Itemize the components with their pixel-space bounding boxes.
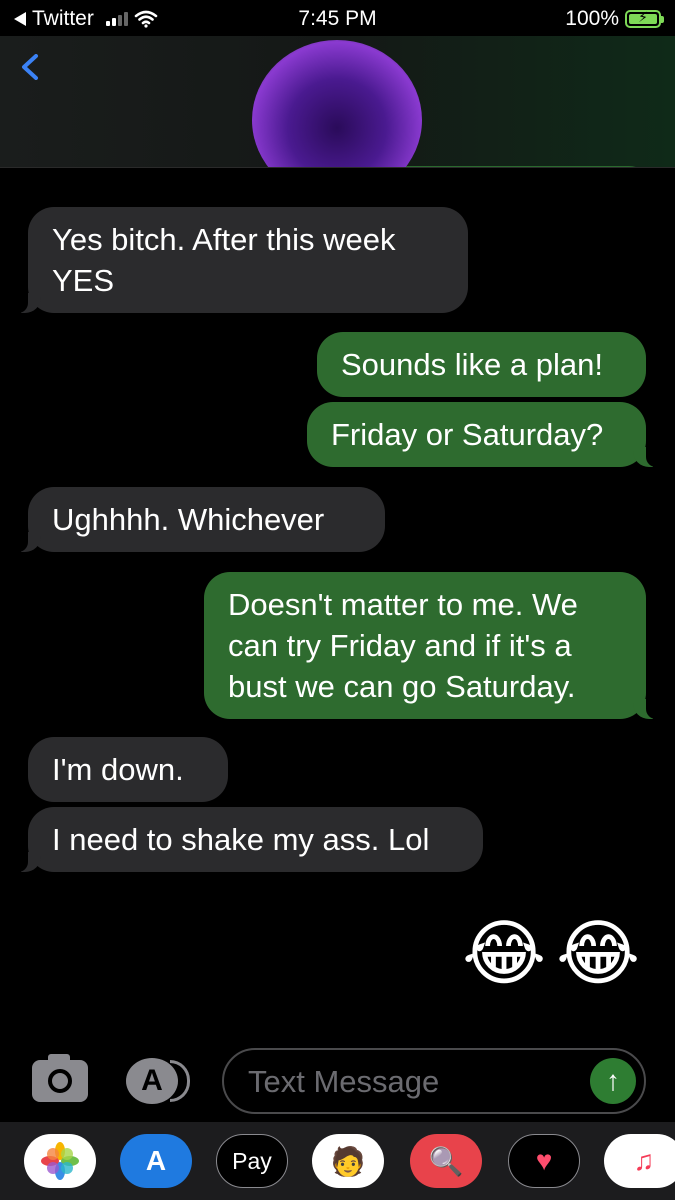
send-arrow-icon[interactable]: ↑ <box>590 1058 636 1104</box>
photos-icon[interactable] <box>24 1134 96 1188</box>
message-input[interactable]: Text Message ↑ <box>222 1048 646 1114</box>
back-chevron-icon[interactable] <box>18 54 44 80</box>
battery-percent: 100% <box>565 7 619 30</box>
camera-icon[interactable] <box>32 1054 88 1102</box>
app-store-icon[interactable]: A <box>120 1134 192 1188</box>
incoming-message[interactable]: I'm down. <box>28 737 228 802</box>
outgoing-message[interactable]: Sounds like a plan! <box>317 332 646 397</box>
battery-charging-icon: ⚡ <box>625 9 664 28</box>
laughing-emoji[interactable]: 😂 <box>462 912 546 996</box>
outgoing-message[interactable]: Doesn't matter to me. We can try Friday … <box>204 572 658 719</box>
memoji-icon[interactable]: 🧑 <box>312 1134 384 1188</box>
status-bar: Twitter 7:45 PM 100% ⚡ <box>0 0 675 36</box>
app-drawer: A Pay 🧑 🔍 ♥ ♫ <box>0 1122 675 1200</box>
laughing-emoji[interactable]: 😂 <box>556 912 640 996</box>
incoming-message[interactable]: Ughhhh. Whichever <box>16 487 385 552</box>
app-toggle-ring <box>170 1060 190 1102</box>
message-input-placeholder: Text Message <box>248 1064 440 1099</box>
apple-pay-icon[interactable]: Pay <box>216 1134 288 1188</box>
incoming-message[interactable]: I need to shake my ass. Lol <box>16 807 483 872</box>
outgoing-message[interactable]: Friday or Saturday? <box>307 402 658 467</box>
music-icon[interactable]: ♫ <box>604 1134 675 1188</box>
contact-avatar-obscured[interactable] <box>252 40 422 167</box>
web-search-icon[interactable]: 🔍 <box>410 1134 482 1188</box>
digital-touch-icon[interactable]: ♥ <box>508 1134 580 1188</box>
incoming-message[interactable]: Yes bitch. After this week YES <box>16 207 468 313</box>
conversation-header <box>0 36 675 168</box>
